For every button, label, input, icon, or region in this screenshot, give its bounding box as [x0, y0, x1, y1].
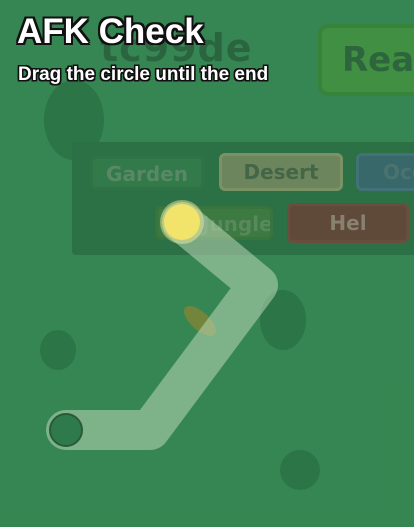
afk-check-screen: tc99de Ready Garden Desert Ocean Jungle … — [0, 0, 414, 527]
drag-handle-circle[interactable] — [164, 204, 200, 240]
drag-track — [46, 202, 278, 450]
afk-check-instruction: Drag the circle until the end — [18, 64, 269, 85]
afk-check-title: AFK Check — [17, 12, 204, 51]
drag-end-marker — [49, 413, 83, 447]
